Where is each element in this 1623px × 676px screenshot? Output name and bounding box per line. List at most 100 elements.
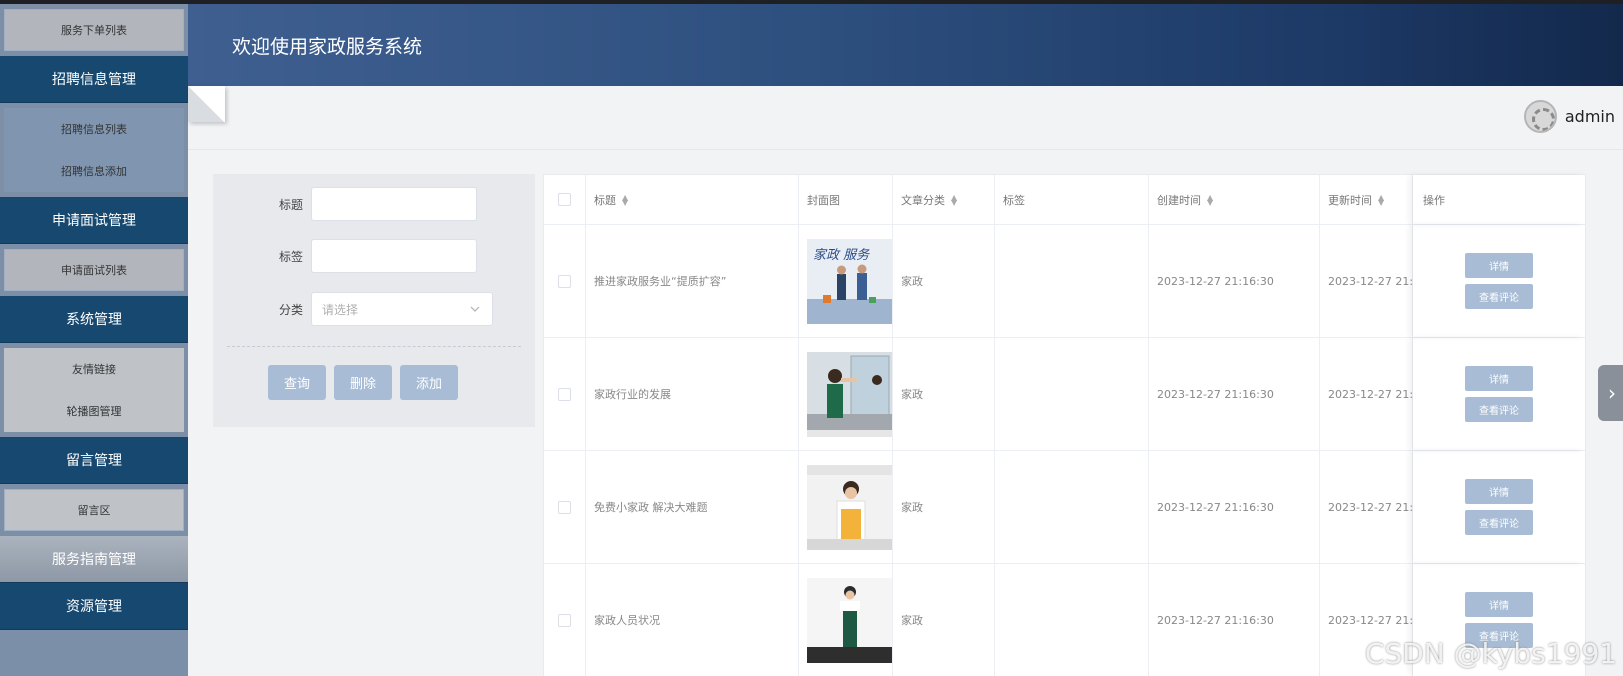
header-actions-label: 操作	[1423, 193, 1445, 207]
row-category: 家政	[893, 451, 995, 563]
svg-text:家政 服务: 家政 服务	[813, 247, 870, 263]
header-tag: 标签	[995, 175, 1149, 224]
sidebar-submenu-messages: 留言区	[0, 484, 188, 536]
tag-label: 标签	[278, 249, 303, 264]
header-title[interactable]: 标题 ▲ ▼	[586, 175, 799, 224]
chevron-down-icon	[470, 306, 480, 312]
sidebar-group-interview[interactable]: 申请面试管理	[0, 197, 188, 244]
category-select[interactable]: 请选择	[311, 292, 493, 326]
cover-image: 家政 服务	[807, 238, 892, 324]
row-title: 家政行业的发展	[586, 338, 799, 450]
header-updated[interactable]: 更新时间 ▲ ▼	[1320, 175, 1413, 224]
sidebar-submenu-recruitment: 招聘信息列表 招聘信息添加	[0, 103, 188, 197]
sidebar-item-order-list[interactable]: 服务下单列表	[4, 9, 184, 51]
header-category[interactable]: 文章分类 ▲ ▼	[893, 175, 995, 224]
query-button[interactable]: 查询	[268, 365, 327, 400]
sidebar-group-system[interactable]: 系统管理	[0, 296, 188, 343]
detail-button[interactable]: 详情	[1465, 479, 1533, 504]
row-category: 家政	[893, 564, 995, 676]
sidebar-group-resources[interactable]: 资源管理	[0, 583, 188, 630]
row-checkbox-cell	[544, 338, 586, 450]
row-checkbox[interactable]	[558, 500, 571, 514]
row-checkbox[interactable]	[558, 274, 571, 288]
header-cover: 封面图	[799, 175, 893, 224]
avatar[interactable]	[1523, 100, 1557, 133]
detail-button[interactable]: 详情	[1465, 592, 1533, 617]
header-category-label: 文章分类	[901, 193, 945, 207]
header-checkbox-cell	[544, 175, 586, 224]
detail-button[interactable]: 详情	[1465, 366, 1533, 391]
row-created: 2023-12-27 21:16:30	[1149, 451, 1320, 563]
header-cover-label: 封面图	[807, 193, 840, 207]
row-actions: 详情 查看评论	[1413, 451, 1585, 563]
row-actions: 详情 查看评论	[1413, 225, 1585, 337]
row-updated: 2023-12-27 21:1	[1320, 338, 1413, 450]
row-created: 2023-12-27 21:16:30	[1149, 338, 1320, 450]
watermark: CSDN @kybs1991	[1364, 637, 1617, 670]
select-all-checkbox[interactable]	[558, 193, 571, 206]
cover-image	[807, 464, 892, 550]
row-tag	[995, 338, 1149, 450]
row-tag	[995, 451, 1149, 563]
page-title: 欢迎使用家政服务系统	[232, 36, 423, 58]
row-checkbox-cell	[544, 564, 586, 676]
title-label: 标题	[278, 197, 303, 212]
chevron-right-icon[interactable]: ›	[1598, 365, 1623, 421]
sidebar-item-carousel[interactable]: 轮播图管理	[4, 390, 184, 432]
sort-icon[interactable]: ▲ ▼	[1207, 193, 1213, 206]
view-comments-button[interactable]: 查看评论	[1465, 510, 1533, 535]
row-cover	[799, 451, 893, 563]
table-row: 推进家政服务业“提质扩容” 家政 服务 家政 2023-12-27 21:16:…	[544, 225, 1585, 338]
sort-icon[interactable]: ▲ ▼	[1378, 193, 1384, 206]
tag-input[interactable]	[311, 239, 477, 273]
sidebar-item-recruitment-list[interactable]: 招聘信息列表	[4, 108, 184, 150]
detail-button[interactable]: 详情	[1465, 253, 1533, 278]
row-category: 家政	[893, 338, 995, 450]
view-comments-button[interactable]: 查看评论	[1465, 397, 1533, 422]
row-created: 2023-12-27 21:16:30	[1149, 564, 1320, 676]
row-checkbox-cell	[544, 451, 586, 563]
sidebar-item-message-board[interactable]: 留言区	[4, 489, 184, 531]
title-input[interactable]	[311, 187, 477, 221]
row-tag	[995, 564, 1149, 676]
sidebar-submenu-interview: 申请面试列表	[0, 244, 188, 296]
fold-corner-icon	[188, 86, 224, 122]
category-placeholder: 请选择	[322, 302, 359, 317]
username: admin	[1564, 107, 1615, 126]
row-category: 家政	[893, 225, 995, 337]
sort-icon[interactable]: ▲ ▼	[951, 193, 957, 206]
filter-row-category: 分类 请选择	[213, 292, 535, 326]
row-title: 推进家政服务业“提质扩容”	[586, 225, 799, 337]
row-checkbox[interactable]	[558, 387, 571, 401]
header: 欢迎使用家政服务系统	[188, 4, 1623, 86]
delete-button[interactable]: 删除	[334, 365, 393, 400]
sort-icon[interactable]: ▲ ▼	[622, 193, 628, 206]
sidebar-submenu-system: 友情链接 轮播图管理	[0, 343, 188, 437]
header-updated-label: 更新时间	[1328, 193, 1372, 207]
filter-panel: 标题 标签 分类 请选择 查询 删除 添加	[213, 174, 535, 427]
cover-image	[807, 351, 892, 437]
row-title: 家政人员状况	[586, 564, 799, 676]
filter-actions: 查询 删除 添加	[268, 365, 459, 400]
row-cover	[799, 338, 893, 450]
sidebar-item-interview-list[interactable]: 申请面试列表	[4, 249, 184, 291]
row-checkbox[interactable]	[558, 613, 571, 627]
sidebar-group-recruitment[interactable]: 招聘信息管理	[0, 56, 188, 103]
header-created[interactable]: 创建时间 ▲ ▼	[1149, 175, 1320, 224]
sidebar-submenu: 服务下单列表	[0, 4, 188, 56]
cover-image	[807, 577, 892, 663]
table-row: 免费小家政 解决大难题 家政 2023-12-27 21:16:30 2023-…	[544, 451, 1585, 564]
row-checkbox-cell	[544, 225, 586, 337]
sidebar-item-recruitment-add[interactable]: 招聘信息添加	[4, 150, 184, 192]
sidebar-group-messages[interactable]: 留言管理	[0, 437, 188, 484]
articles-table: 标题 ▲ ▼ 封面图 文章分类 ▲ ▼ 标签 创建时间 ▲ ▼ 更新时间 ▲ ▼ 操作 推进家政…	[543, 174, 1586, 676]
row-updated: 2023-12-27 21:2	[1320, 225, 1413, 337]
view-comments-button[interactable]: 查看评论	[1465, 284, 1533, 309]
sidebar-item-links[interactable]: 友情链接	[4, 348, 184, 390]
filter-row-tag: 标签	[213, 239, 535, 273]
header-created-label: 创建时间	[1157, 193, 1201, 207]
row-cover	[799, 564, 893, 676]
user-menu[interactable]: admin	[1523, 100, 1615, 133]
sidebar-group-guide[interactable]: 服务指南管理	[0, 536, 188, 583]
add-button[interactable]: 添加	[400, 365, 459, 400]
